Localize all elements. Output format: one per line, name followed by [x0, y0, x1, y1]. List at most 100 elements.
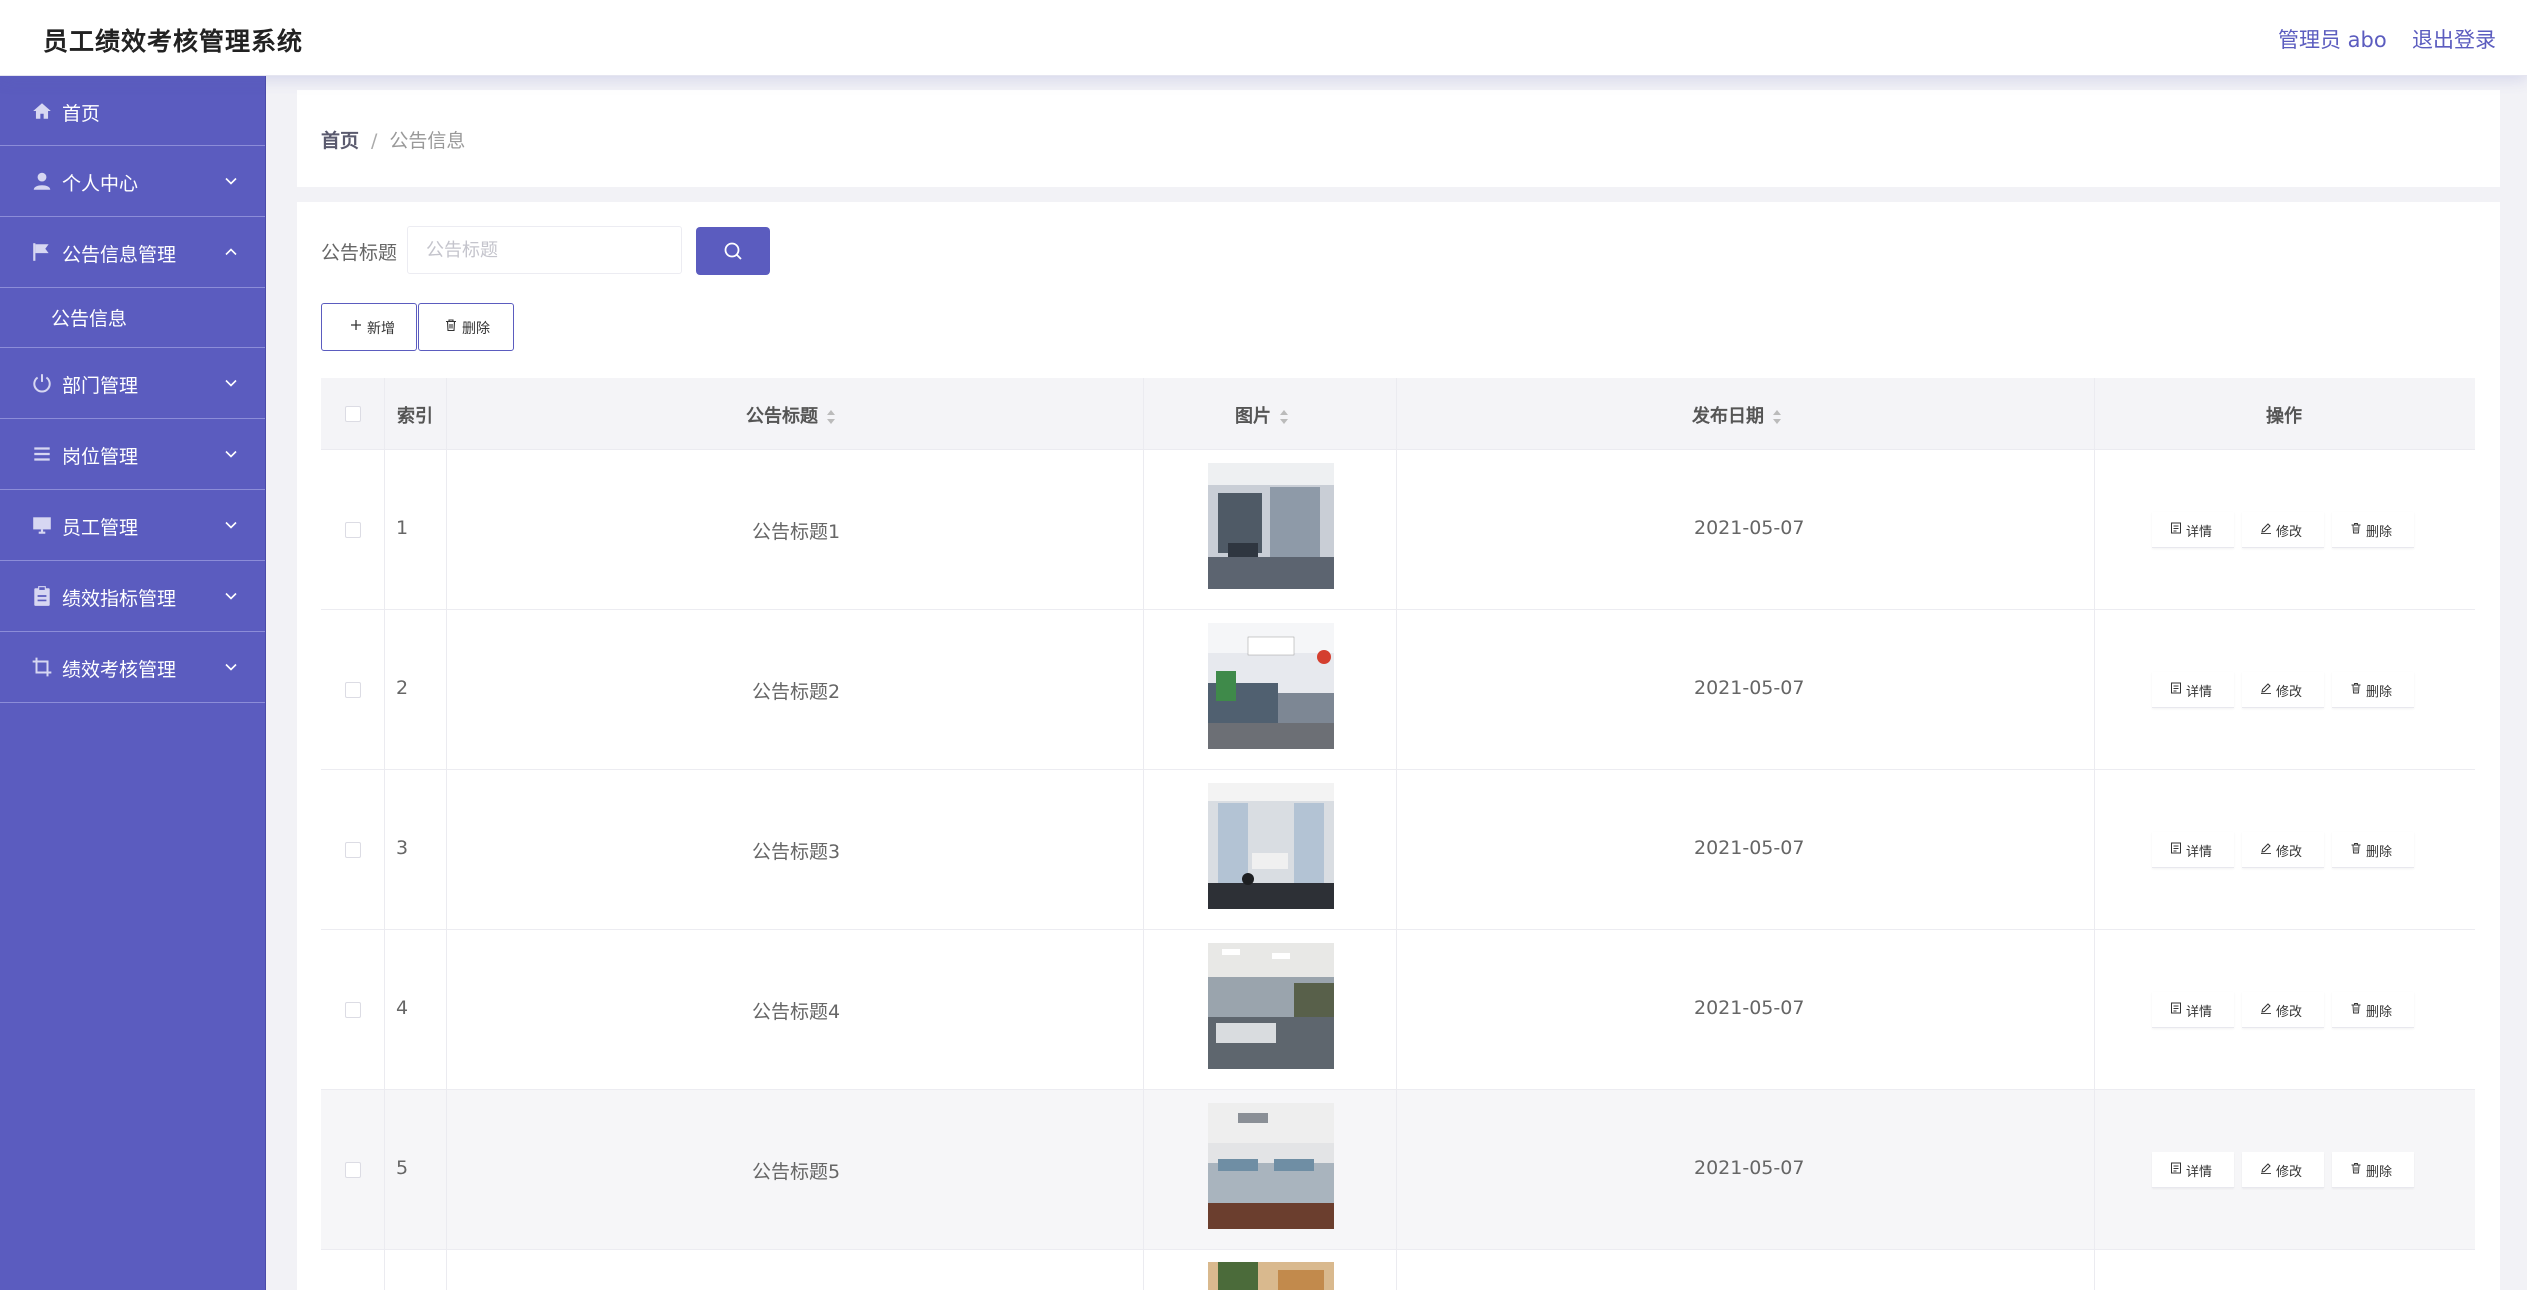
table-row-partial: [321, 1250, 2475, 1290]
notice-image[interactable]: [1208, 783, 1334, 909]
sidebar-item-label: 部门管理: [62, 375, 139, 397]
sidebar-item-kpi[interactable]: 绩效指标管理: [0, 561, 265, 632]
row-checkbox[interactable]: [345, 1162, 361, 1178]
edit-button[interactable]: 修改: [2242, 672, 2324, 708]
add-button[interactable]: 新增: [321, 303, 417, 351]
breadcrumb-current: 公告信息: [389, 130, 466, 152]
cell-date: 2021-05-07: [1694, 517, 1805, 539]
sidebar-item-position[interactable]: 岗位管理: [0, 419, 265, 490]
trash-icon: [2351, 523, 2361, 534]
cell-title: 公告标题4: [752, 1001, 841, 1023]
notice-image[interactable]: [1208, 943, 1334, 1069]
column-divider: [2094, 378, 2095, 1290]
chevron-down-icon: [225, 450, 237, 458]
row-checkbox[interactable]: [345, 522, 361, 538]
list-icon: [34, 447, 50, 461]
delete-button[interactable]: 删除: [2332, 512, 2414, 548]
column-header-date[interactable]: 发布日期: [1396, 378, 2094, 450]
sidebar-item-label: 员工管理: [62, 517, 139, 539]
detail-button[interactable]: 详情: [2152, 992, 2234, 1028]
edit-button[interactable]: 修改: [2242, 992, 2324, 1028]
row-checkbox[interactable]: [345, 842, 361, 858]
table-row: 1 公告标题1 2021-05-07 详情 修改 删除: [321, 450, 2475, 610]
crop-icon: [32, 657, 52, 677]
main-content: 公告标题 新增 删除 索引 公告标题 图片 发布日期 操作 1 公告标题1 2021…: [297, 202, 2500, 1290]
sidebar-item-home[interactable]: 首页: [0, 76, 265, 146]
notice-image[interactable]: [1208, 1103, 1334, 1229]
table-row: 2 公告标题2 2021-05-07 详情 修改 删除: [321, 610, 2475, 770]
delete-button-label: 删除: [462, 321, 490, 337]
cell-date: 2021-05-07: [1694, 1157, 1805, 1179]
notice-image[interactable]: [1208, 463, 1334, 589]
table-row: 5 公告标题5 2021-05-07 详情 修改 删除: [321, 1090, 2475, 1250]
document-icon: [2171, 682, 2181, 694]
user-icon: [33, 172, 51, 190]
breadcrumb-separator: /: [371, 130, 378, 152]
sidebar-item-label: 个人中心: [62, 173, 139, 195]
monitor-icon: [33, 517, 51, 534]
column-divider: [1143, 378, 1144, 1290]
edit-icon: [2261, 523, 2271, 534]
chevron-down-icon: [225, 177, 237, 185]
batch-delete-button[interactable]: 删除: [418, 303, 514, 351]
app-title: 员工绩效考核管理系统: [43, 27, 304, 56]
delete-button[interactable]: 删除: [2332, 992, 2414, 1028]
detail-button[interactable]: 详情: [2152, 672, 2234, 708]
detail-button[interactable]: 详情: [2152, 832, 2234, 868]
trash-icon: [2351, 1163, 2361, 1174]
cell-date: 2021-05-07: [1694, 997, 1805, 1019]
detail-button[interactable]: 详情: [2152, 512, 2234, 548]
trash-icon: [2351, 843, 2361, 854]
sidebar-item-employee[interactable]: 员工管理: [0, 490, 265, 561]
table-header: 索引 公告标题 图片 发布日期 操作: [321, 378, 2475, 450]
edit-icon: [2261, 1163, 2271, 1174]
chevron-down-icon: [225, 592, 237, 600]
cell-title: 公告标题2: [752, 681, 841, 703]
sidebar-item-label: 公告信息管理: [62, 244, 177, 266]
delete-button[interactable]: 删除: [2332, 1152, 2414, 1188]
delete-button[interactable]: 删除: [2332, 832, 2414, 868]
detail-button[interactable]: 详情: [2152, 1152, 2234, 1188]
column-header-title[interactable]: 公告标题: [446, 378, 1143, 450]
trash-icon: [446, 319, 456, 332]
cell-index: 2: [396, 677, 409, 699]
column-divider: [384, 378, 385, 1290]
notice-image[interactable]: [1208, 1262, 1334, 1290]
edit-button[interactable]: 修改: [2242, 832, 2324, 868]
sidebar-item-department[interactable]: 部门管理: [0, 348, 265, 419]
edit-button[interactable]: 修改: [2242, 512, 2324, 548]
table-row: 4 公告标题4 2021-05-07 详情 修改 删除: [321, 930, 2475, 1090]
edit-icon: [2261, 683, 2271, 694]
sort-icon: [827, 410, 835, 424]
home-icon: [33, 103, 51, 119]
cell-index: 4: [396, 997, 409, 1019]
row-checkbox[interactable]: [345, 1002, 361, 1018]
search-input[interactable]: [407, 226, 682, 274]
cell-image: [1143, 610, 1396, 770]
cell-ops: 详情 修改 删除: [2094, 770, 2475, 930]
select-all-checkbox[interactable]: [345, 406, 361, 422]
sidebar-item-label: 绩效考核管理: [62, 659, 177, 681]
breadcrumb-card: 首页 / 公告信息: [297, 90, 2500, 187]
edit-button[interactable]: 修改: [2242, 1152, 2324, 1188]
table-row: 3 公告标题3 2021-05-07 详情 修改 删除: [321, 770, 2475, 930]
cell-image: [1143, 930, 1396, 1090]
breadcrumb-home[interactable]: 首页: [321, 130, 359, 152]
notice-image[interactable]: [1208, 623, 1334, 749]
chevron-down-icon: [225, 663, 237, 671]
sort-icon: [1773, 410, 1781, 424]
sidebar-item-appraisal[interactable]: 绩效考核管理: [0, 632, 265, 703]
sidebar-subitem-notice[interactable]: 公告信息: [0, 288, 265, 348]
trash-icon: [2351, 1003, 2361, 1014]
row-checkbox[interactable]: [345, 682, 361, 698]
chevron-up-icon: [225, 248, 237, 256]
column-header-image[interactable]: 图片: [1143, 378, 1396, 450]
logout-link[interactable]: 退出登录: [2412, 24, 2496, 54]
delete-button[interactable]: 删除: [2332, 672, 2414, 708]
sidebar-item-personal-center[interactable]: 个人中心: [0, 146, 265, 217]
search-button[interactable]: [696, 227, 770, 275]
chevron-down-icon: [225, 379, 237, 387]
sidebar-item-notice-management[interactable]: 公告信息管理: [0, 217, 265, 288]
cell-ops: 详情 修改 删除: [2094, 610, 2475, 770]
trash-icon: [2351, 683, 2361, 694]
